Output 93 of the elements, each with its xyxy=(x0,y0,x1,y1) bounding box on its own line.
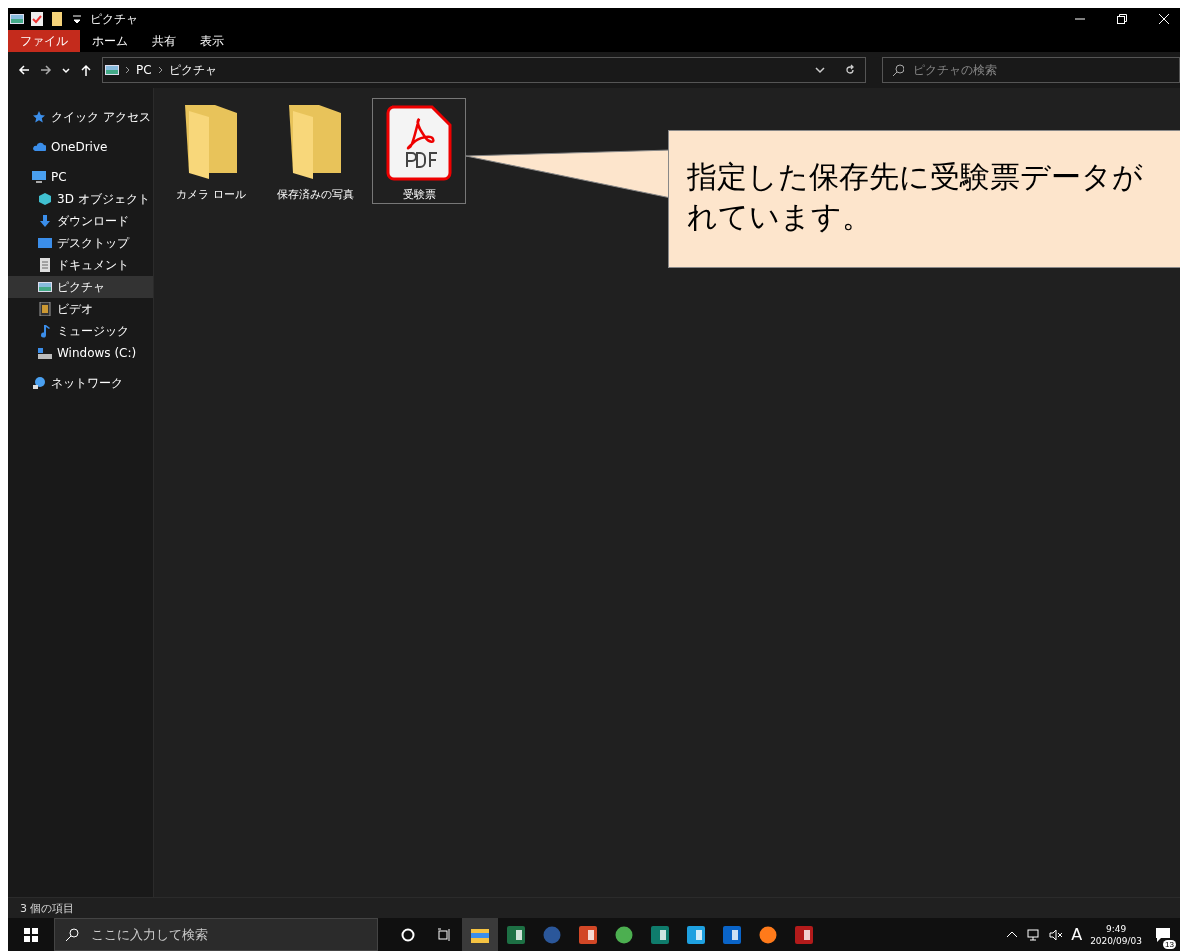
address-dropdown-button[interactable] xyxy=(815,66,825,74)
document-icon xyxy=(38,258,52,272)
sidebar-item[interactable]: ネットワーク xyxy=(8,372,153,394)
sidebar-item[interactable]: クイック アクセス xyxy=(8,106,153,128)
restore-button[interactable] xyxy=(1114,11,1130,27)
notification-count: 13 xyxy=(1163,939,1176,949)
music-note-icon xyxy=(38,324,52,338)
sidebar-item[interactable]: OneDrive xyxy=(8,136,153,158)
close-icon xyxy=(1159,14,1169,24)
sidebar-item[interactable]: ビデオ xyxy=(8,298,153,320)
monitor-icon xyxy=(32,170,46,184)
network-icon xyxy=(32,376,46,390)
file-item[interactable]: 受験票 xyxy=(372,98,466,204)
clock[interactable]: 9:49 2020/09/03 xyxy=(1090,922,1142,947)
notification-button[interactable]: 13 xyxy=(1150,919,1176,950)
callout-text: れています。 xyxy=(687,198,872,236)
drive-icon xyxy=(38,346,52,360)
ribbon-tab[interactable]: ホーム xyxy=(80,30,140,52)
file-name: カメラ ロール xyxy=(176,187,246,202)
folder-icon xyxy=(185,105,237,181)
app-tile-icon xyxy=(687,925,705,944)
address-bar[interactable]: PC ピクチャ xyxy=(102,57,866,83)
taskbar-app-button[interactable] xyxy=(462,918,498,951)
sidebar-item[interactable]: PC xyxy=(8,166,153,188)
recent-dropdown-button[interactable] xyxy=(62,66,70,74)
message-icon xyxy=(1155,926,1171,943)
film-icon xyxy=(38,302,52,316)
file-name: 保存済みの写真 xyxy=(276,187,354,202)
sidebar-item[interactable]: デスクトップ xyxy=(8,232,153,254)
app-tile-icon xyxy=(651,925,669,944)
round-app-icon xyxy=(543,925,561,944)
close-button[interactable] xyxy=(1156,11,1172,27)
up-button[interactable] xyxy=(80,64,92,76)
folder-icon xyxy=(289,105,341,181)
picture-icon xyxy=(10,12,24,26)
folder-icon xyxy=(50,12,64,26)
back-button[interactable] xyxy=(18,64,30,76)
app-tile-icon xyxy=(579,925,597,944)
chevron-down-icon xyxy=(815,66,825,74)
checklist-icon xyxy=(30,12,44,26)
down-arrow-icon xyxy=(38,214,52,228)
search-field[interactable]: ピクチャの検索 xyxy=(882,57,1180,83)
circle-icon xyxy=(401,927,415,942)
ime-indicator[interactable]: A xyxy=(1071,925,1083,944)
app-tile-icon xyxy=(723,925,741,944)
ribbon-tab[interactable]: 表示 xyxy=(188,30,236,52)
desktop-icon xyxy=(38,236,52,250)
file-item[interactable]: カメラ ロール xyxy=(164,98,258,204)
file-name: 受験票 xyxy=(402,187,436,202)
dropdown-icon xyxy=(70,12,84,26)
picture-icon xyxy=(105,63,119,77)
round-app-icon xyxy=(615,925,633,944)
forward-button[interactable] xyxy=(40,64,52,76)
muted-speaker-icon xyxy=(1049,927,1064,942)
sidebar-item[interactable]: ダウンロード xyxy=(8,210,153,232)
windows-logo-icon xyxy=(24,927,38,942)
file-item[interactable]: 保存済みの写真 xyxy=(268,98,362,204)
sidebar-item[interactable]: Windows (C:) xyxy=(8,342,153,364)
task-view-icon xyxy=(437,927,451,942)
sidebar-item[interactable]: ピクチャ xyxy=(8,276,153,298)
right-arrow-icon xyxy=(40,64,52,76)
breadcrumb[interactable]: PC xyxy=(136,63,152,77)
pdf-file-icon xyxy=(386,105,452,181)
window-title: ピクチャ xyxy=(90,10,138,28)
app-tile-icon xyxy=(507,925,525,944)
network-icon xyxy=(1027,927,1042,942)
search-icon xyxy=(892,64,904,76)
round-app-icon xyxy=(759,925,777,944)
sidebar-item[interactable]: ミュージック xyxy=(8,320,153,342)
left-arrow-icon xyxy=(18,64,30,76)
item-count: 3 個の項目 xyxy=(20,900,75,916)
cloud-icon xyxy=(32,140,46,154)
restore-icon xyxy=(1117,14,1127,24)
taskbar-search-input[interactable]: ここに入力して検索 xyxy=(89,926,363,943)
search-icon xyxy=(65,927,79,942)
up-arrow-icon xyxy=(80,64,92,76)
picture-icon xyxy=(38,280,52,294)
callout-text: 指定した保存先に受験票データが xyxy=(687,158,1143,196)
sidebar-item[interactable]: 3D オブジェクト xyxy=(8,188,153,210)
taskbar-search-field[interactable]: ここに入力して検索 xyxy=(54,918,378,951)
refresh-icon xyxy=(845,64,855,76)
ribbon-tab[interactable]: 共有 xyxy=(140,30,188,52)
breadcrumb[interactable]: ピクチャ xyxy=(168,61,217,79)
sidebar-item[interactable]: ドキュメント xyxy=(8,254,153,276)
refresh-button[interactable] xyxy=(845,64,855,76)
ribbon-tab[interactable]: ファイル xyxy=(8,30,80,52)
folder-icon xyxy=(471,926,489,943)
chevron-down-icon xyxy=(62,66,70,74)
cube-icon xyxy=(38,192,52,206)
app-tile-icon xyxy=(795,925,813,944)
star-icon xyxy=(32,110,46,124)
chevron-right-icon xyxy=(125,66,130,74)
chevron-right-icon xyxy=(157,66,163,74)
